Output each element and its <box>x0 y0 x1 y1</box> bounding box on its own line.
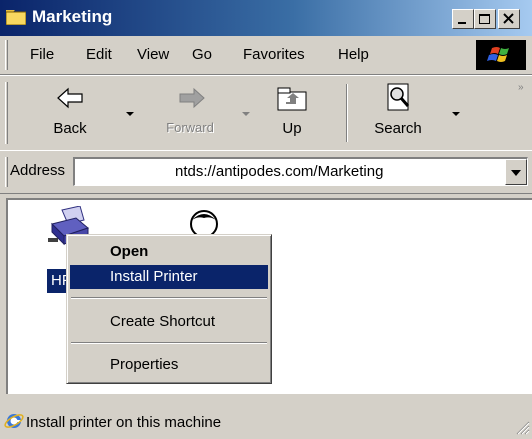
menu-edit[interactable]: Edit <box>86 46 112 63</box>
menu-separator <box>71 297 267 299</box>
menu-separator <box>71 342 267 344</box>
search-label: Search <box>374 120 422 137</box>
windows-logo-icon <box>476 40 526 70</box>
up-folder-icon <box>277 87 307 111</box>
toolbar-separator <box>346 84 348 142</box>
back-dropdown-icon[interactable] <box>126 112 134 116</box>
maximize-button[interactable] <box>474 9 496 29</box>
folder-icon <box>6 10 26 25</box>
search-icon <box>387 83 410 111</box>
forward-label: Forward <box>166 120 214 135</box>
up-label: Up <box>282 120 302 137</box>
forward-arrow-icon <box>179 87 205 109</box>
status-text: Install printer on this machine <box>26 414 222 431</box>
standard-toolbar: Back Forward Up Search <box>0 75 532 151</box>
up-button[interactable]: Up <box>262 76 322 148</box>
title-bar[interactable]: Marketing <box>0 0 532 36</box>
internet-explorer-icon <box>4 414 24 428</box>
close-button[interactable] <box>498 9 520 29</box>
menu-favorites[interactable]: Favorites <box>243 46 305 63</box>
toolbar-chevron-icon[interactable]: » <box>518 82 524 93</box>
menubar-grip[interactable] <box>5 40 8 70</box>
maximize-icon <box>479 14 490 24</box>
menu-view[interactable]: View <box>137 46 169 63</box>
menu-open[interactable]: Open <box>70 240 268 264</box>
status-bar: Install printer on this machine <box>0 402 532 439</box>
menu-properties[interactable]: Properties <box>70 353 268 377</box>
menu-bar: File Edit View Go Favorites Help <box>0 36 532 75</box>
resize-grip-icon[interactable] <box>516 421 530 435</box>
back-label: Back <box>53 120 87 137</box>
window-title: Marketing <box>32 7 113 26</box>
search-dropdown-icon[interactable] <box>452 112 460 116</box>
address-value[interactable]: ntds://antipodes.com/Marketing <box>175 163 383 180</box>
back-arrow-icon <box>57 87 83 109</box>
back-button[interactable]: Back <box>40 76 100 148</box>
menu-install-printer[interactable]: Install Printer <box>70 265 268 289</box>
forward-button[interactable]: Forward <box>150 76 230 148</box>
address-bar: Address ntds://antipodes.com/Marketing <box>0 150 532 194</box>
menu-file[interactable]: File <box>30 46 54 63</box>
menu-go[interactable]: Go <box>192 46 212 63</box>
menu-create-shortcut[interactable]: Create Shortcut <box>70 310 268 334</box>
close-icon <box>503 13 514 24</box>
minimize-button[interactable] <box>452 9 474 29</box>
address-dropdown-button[interactable] <box>505 159 527 185</box>
address-label: Address <box>10 162 66 179</box>
context-menu: Open Install Printer Create Shortcut Pro… <box>66 234 272 384</box>
address-field[interactable]: ntds://antipodes.com/Marketing <box>73 157 528 186</box>
minimize-icon <box>458 22 466 24</box>
search-button[interactable]: Search <box>360 76 436 148</box>
explorer-window: Marketing File Edit View Go Favorites He… <box>0 0 532 439</box>
menu-help[interactable]: Help <box>338 46 369 63</box>
toolbar-grip[interactable] <box>5 82 8 144</box>
address-grip[interactable] <box>5 157 8 187</box>
forward-dropdown-icon <box>242 112 250 116</box>
